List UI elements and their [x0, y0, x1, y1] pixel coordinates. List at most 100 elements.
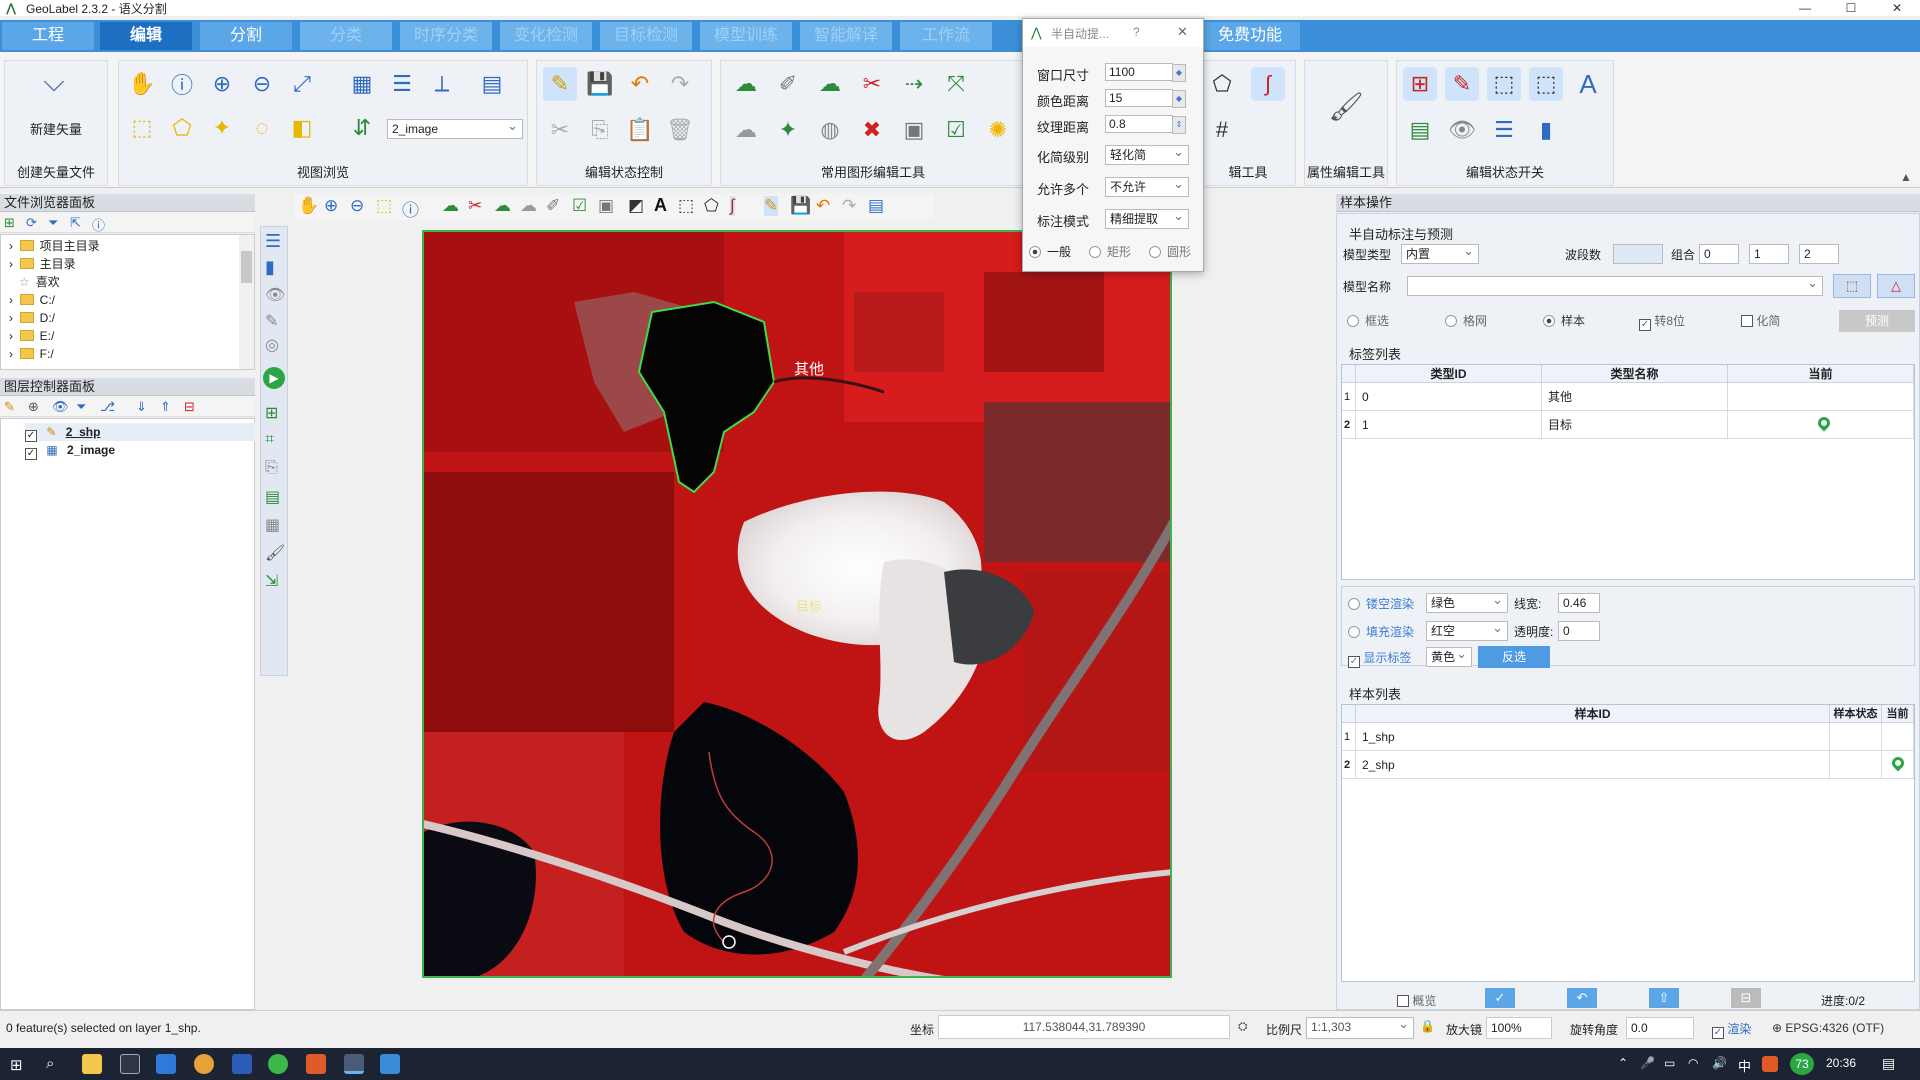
map-pencil-icon[interactable]: ✎: [764, 196, 779, 216]
target-icon[interactable]: ◎: [265, 335, 279, 355]
layer-row-2-shp[interactable]: ✓ ✎ 2_shp: [25, 423, 255, 442]
identify-icon[interactable]: ⓘ: [165, 67, 199, 101]
annotation-mode-select[interactable]: 精细提取: [1105, 207, 1189, 229]
clear-selection-icon[interactable]: ◧: [285, 111, 319, 145]
tree-item-home[interactable]: › 主目录: [9, 255, 76, 273]
map-zoom-in-icon[interactable]: ⊕: [324, 196, 338, 216]
map-redo-icon[interactable]: ↷: [842, 196, 856, 216]
map-polygon-icon[interactable]: ⬠: [704, 196, 719, 216]
confirm-sample-icon[interactable]: ✓: [1485, 988, 1515, 1008]
map-select-icon[interactable]: ⬚: [376, 196, 392, 216]
add-feature-icon[interactable]: ☁: [729, 67, 763, 101]
app-orange-icon[interactable]: [306, 1054, 326, 1074]
volume-icon[interactable]: 🔊: [1712, 1056, 1727, 1070]
copy-icon[interactable]: ⎘: [583, 113, 617, 147]
lock-icon[interactable]: 🔒: [1420, 1019, 1435, 1033]
new-vector-label[interactable]: 新建矢量: [5, 119, 107, 138]
chrome-icon[interactable]: [194, 1054, 214, 1074]
map-curve-icon[interactable]: ∫: [730, 196, 735, 216]
reshape-icon[interactable]: ☁: [813, 67, 847, 101]
map-text-icon[interactable]: A: [654, 195, 667, 216]
mode-general-radio[interactable]: 一般: [1029, 243, 1071, 260]
show-label-checkbox[interactable]: ✓ 显示标签: [1348, 649, 1411, 668]
fill-ring-icon[interactable]: ✦: [771, 113, 805, 147]
rect-switch-icon[interactable]: ⬚: [1529, 67, 1563, 101]
text-icon[interactable]: A: [1571, 67, 1605, 101]
tray-badge[interactable]: 73: [1790, 1053, 1814, 1075]
app-blue-icon[interactable]: [380, 1054, 400, 1074]
tab-segment[interactable]: 分割: [200, 22, 292, 50]
select-circle-icon[interactable]: ◌: [245, 111, 279, 145]
zoom-input[interactable]: 100%: [1486, 1017, 1552, 1039]
hollow-color-select[interactable]: 绿色: [1426, 591, 1508, 613]
vector-node-icon[interactable]: ⌵: [37, 65, 71, 99]
tree-item-e[interactable]: › E:/: [9, 327, 54, 345]
wechat-icon[interactable]: [268, 1054, 288, 1074]
line-width-input[interactable]: 0.46: [1558, 593, 1600, 613]
split-feature-icon[interactable]: ✂: [855, 67, 889, 101]
undo-icon[interactable]: ↶: [623, 67, 657, 101]
option-grid[interactable]: 格网: [1445, 312, 1487, 329]
layer-checkbox[interactable]: ✓: [25, 448, 37, 460]
vertex-tool-icon[interactable]: ◍: [813, 113, 847, 147]
collapse-ribbon-icon[interactable]: ▲: [1900, 170, 1912, 184]
map-save-icon[interactable]: 💾: [790, 196, 811, 216]
snap-icon[interactable]: ⊞: [1403, 67, 1437, 101]
info-icon[interactable]: ⓘ: [92, 215, 105, 234]
tab-free-features[interactable]: 免费功能: [1200, 22, 1300, 50]
grid-tool-icon[interactable]: #: [1205, 113, 1239, 147]
minimize-button[interactable]: —: [1782, 0, 1828, 16]
file-explorer-icon[interactable]: [82, 1054, 102, 1074]
map-rect-icon[interactable]: ◩: [628, 196, 644, 216]
opacity-input[interactable]: 0: [1558, 621, 1600, 641]
move-up-icon[interactable]: ⇑: [160, 399, 171, 415]
sample-cell-status[interactable]: [1830, 751, 1882, 779]
select-polygon-icon[interactable]: ⬠: [165, 111, 199, 145]
combo-input-1[interactable]: 0: [1699, 244, 1739, 264]
fill-color-select[interactable]: 红空: [1426, 619, 1508, 641]
close-button[interactable]: ✕: [1874, 0, 1920, 16]
sample-cell-status[interactable]: [1830, 723, 1882, 751]
chart-icon[interactable]: ▮: [1529, 113, 1563, 147]
mic-icon[interactable]: 🎤: [1640, 1056, 1655, 1070]
map-zoom-out-icon[interactable]: ⊖: [350, 196, 364, 216]
pen-icon[interactable]: ✎: [265, 311, 278, 331]
tab-classify[interactable]: 分类: [300, 22, 392, 50]
map-bbox-icon[interactable]: ▣: [598, 196, 614, 216]
map-pan-icon[interactable]: ✋: [298, 196, 319, 216]
select-rect-icon[interactable]: ⬚: [125, 111, 159, 145]
crs-icon[interactable]: ⛭: [1238, 1019, 1248, 1034]
option-to-8bit[interactable]: ✓ 转8位: [1639, 312, 1685, 331]
measure-line-icon[interactable]: ☰: [385, 67, 419, 101]
map-identify-icon[interactable]: ⓘ: [402, 196, 419, 221]
run-icon[interactable]: ▶: [263, 367, 285, 389]
windows-start-icon[interactable]: ⊞: [10, 1056, 23, 1074]
render-checkbox[interactable]: ✓ 渲染: [1712, 1020, 1751, 1039]
map-validate-icon[interactable]: ☑: [572, 196, 587, 216]
label-cell-name[interactable]: 目标: [1542, 411, 1728, 439]
edit-pencil-icon[interactable]: ✎: [543, 67, 577, 101]
model-browse-button[interactable]: ⬚: [1833, 274, 1871, 298]
scroll-thumb[interactable]: [241, 251, 252, 283]
add-sample-icon[interactable]: ⊞: [265, 403, 278, 423]
map-undo-icon[interactable]: ↶: [816, 196, 830, 216]
sample-cell-current[interactable]: [1882, 723, 1914, 751]
sample-cell-id[interactable]: 1_shp: [1356, 723, 1830, 751]
dialog-close-button[interactable]: ✕: [1177, 24, 1188, 40]
word-icon[interactable]: [232, 1054, 252, 1074]
tab-project[interactable]: 工程: [2, 22, 94, 50]
bar-chart-icon[interactable]: ▮: [265, 257, 275, 278]
layer-row-2-image[interactable]: ✓ ▦ 2_image: [25, 441, 115, 460]
curve-tool-icon[interactable]: ∫: [1251, 67, 1285, 101]
notification-icon[interactable]: ▤: [1882, 1055, 1895, 1072]
list-icon[interactable]: ▤: [1403, 113, 1437, 147]
tab-smart-interpret[interactable]: 智能解译: [800, 22, 892, 50]
hollow-render-radio[interactable]: 镂空渲染: [1348, 595, 1414, 612]
model-type-select[interactable]: 内置: [1401, 242, 1479, 264]
epsg-label[interactable]: ⊕ EPSG:4326 (OTF): [1772, 1021, 1884, 1035]
map-freehand-icon[interactable]: ✐: [546, 196, 560, 216]
allow-multiple-select[interactable]: 不允许: [1105, 175, 1189, 197]
label-cell-name[interactable]: 其他: [1542, 383, 1728, 411]
remove-layer-icon[interactable]: ⊟: [184, 399, 195, 415]
vscode-icon[interactable]: [156, 1054, 176, 1074]
